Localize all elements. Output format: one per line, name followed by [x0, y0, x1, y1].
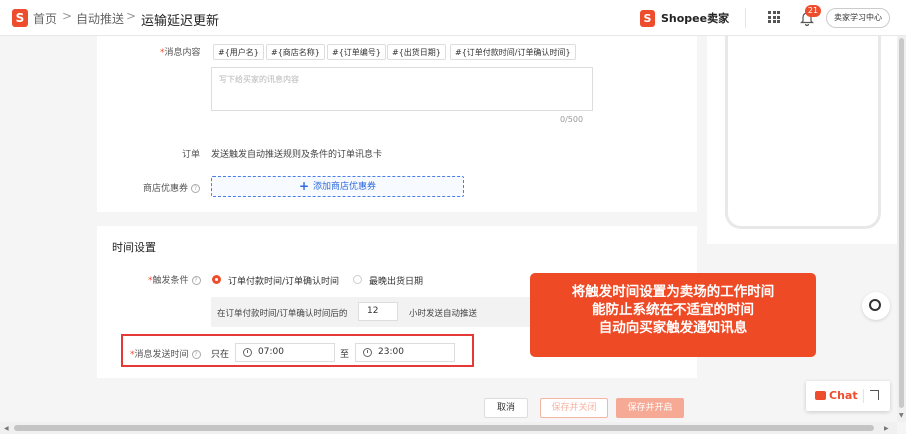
- after-text: 在订单付款时间/订单确认时间后的: [217, 309, 348, 319]
- char-counter: 0/500: [560, 115, 584, 124]
- clock-icon: [243, 348, 252, 357]
- scroll-right-icon[interactable]: ▶: [884, 425, 889, 432]
- hours-suffix: 小时发送自动推送: [409, 309, 478, 319]
- scrollbar-thumb[interactable]: [14, 425, 874, 431]
- tag-payment-time[interactable]: #{订单付款时间/订单确认时间}: [450, 44, 576, 60]
- tag-ship-date[interactable]: #{出货日期}: [387, 44, 446, 60]
- option-latest-ship-date[interactable]: 最晚出货日期: [369, 274, 423, 287]
- end-time-picker[interactable]: 23:00: [355, 343, 455, 362]
- scroll-left-icon[interactable]: ◀: [4, 425, 9, 432]
- horizontal-scrollbar[interactable]: ◀ ▶: [0, 422, 897, 434]
- apps-grid-icon[interactable]: [768, 11, 780, 23]
- vertical-scrollbar[interactable]: ▼: [897, 36, 906, 422]
- chat-widget[interactable]: Chat: [806, 381, 890, 411]
- section-title: 时间设置: [112, 241, 156, 254]
- learning-center-button[interactable]: 卖家学习中心: [826, 8, 890, 28]
- save-and-enable-button[interactable]: 保存并开启: [616, 398, 684, 418]
- message-content-label: *消息内容: [160, 48, 201, 58]
- divider: [745, 8, 746, 28]
- breadcrumb-home[interactable]: 首页: [33, 10, 57, 27]
- tag-order-number[interactable]: #{订单编号}: [327, 44, 386, 60]
- radio-latest-ship-date[interactable]: [353, 275, 362, 284]
- callout-annotation: 将触发时间设置为卖场的工作时间 能防止系统在不适宜的时间 自动向买家触发通知讯息: [530, 273, 816, 357]
- top-bar: S 首页 > 自动推送 > 运输延迟更新 S Shopee卖家 21 卖家学习中…: [0, 0, 906, 36]
- headset-icon: [869, 299, 881, 311]
- phone-preview: [725, 36, 881, 229]
- breadcrumb-separator: >: [62, 9, 73, 23]
- minimize-icon[interactable]: [870, 390, 879, 400]
- trigger-detail-box: 在订单付款时间/订单确认时间后的 12 小时发送自动推送: [211, 297, 531, 327]
- trigger-condition-label: *触发条件?: [148, 273, 201, 286]
- hours-input[interactable]: 12: [358, 302, 398, 321]
- chat-bubble-icon: [815, 391, 826, 400]
- chat-label: Chat: [829, 389, 858, 402]
- send-time-label: *消息发送时间?: [130, 347, 201, 360]
- notification-badge: 21: [805, 5, 821, 17]
- breadcrumb-auto-push[interactable]: 自动推送: [76, 10, 124, 27]
- customer-support-button[interactable]: [862, 292, 890, 320]
- start-time-picker[interactable]: 07:00: [235, 343, 335, 362]
- to-text: 至: [340, 350, 350, 360]
- tag-shop-name[interactable]: #{商店名称}: [266, 44, 325, 60]
- shopee-bag-icon: S: [640, 9, 655, 27]
- scrollbar-thumb[interactable]: [899, 38, 904, 408]
- seller-brand[interactable]: S Shopee卖家: [640, 9, 729, 27]
- cancel-button[interactable]: 取消: [484, 398, 528, 418]
- add-coupon-button[interactable]: + 添加商店优惠券: [211, 176, 464, 197]
- breadcrumb-separator: >: [126, 9, 137, 23]
- tag-username[interactable]: #{用户名}: [213, 44, 264, 60]
- message-textarea[interactable]: 写下给买家的讯息内容: [211, 67, 593, 111]
- shopee-logo-icon[interactable]: S: [12, 9, 28, 27]
- order-label: 订单: [182, 150, 201, 160]
- brand-label: Shopee卖家: [661, 12, 730, 25]
- help-icon[interactable]: ?: [191, 184, 201, 193]
- help-icon[interactable]: ?: [191, 350, 201, 359]
- option-payment-time[interactable]: 订单付款时间/订单确认时间: [228, 274, 339, 287]
- only-text: 只在: [211, 350, 230, 360]
- divider: [863, 389, 864, 403]
- scroll-down-icon[interactable]: ▼: [899, 412, 904, 419]
- plus-icon: +: [298, 179, 310, 193]
- save-and-close-button[interactable]: 保存并关闭: [540, 398, 608, 418]
- radio-payment-time[interactable]: [212, 275, 221, 284]
- clock-icon: [363, 348, 372, 357]
- help-icon[interactable]: ?: [191, 276, 201, 285]
- coupon-label: 商店优惠券?: [143, 181, 201, 194]
- order-description: 发送触发自动推送规则及条件的订单讯息卡: [211, 150, 383, 160]
- breadcrumb-current: 运输延迟更新: [141, 14, 220, 29]
